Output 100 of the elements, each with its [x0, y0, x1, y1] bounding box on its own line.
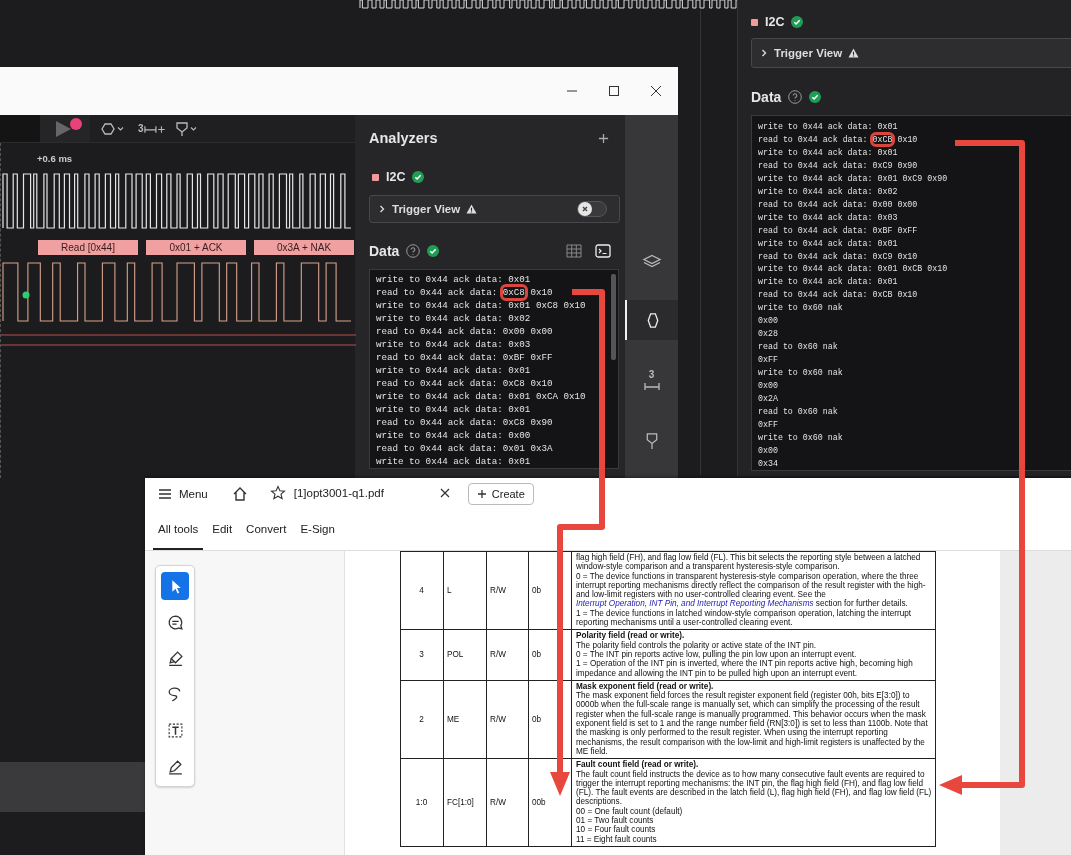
table-view-icon[interactable] [566, 244, 582, 258]
description-text: 0 = The device functions in transparent hysteresis-style comparison operation, where the three interrupt reporting mechanisms directly reflect the comparison of the result register with the high- and low-limit registers with no user-controlled clearing event. See the Interrupt Operation, INT Pin, and Interrupt Reporting Mechanisms section for further details. [576, 571, 927, 609]
add-icon[interactable] [598, 132, 609, 144]
cursor-tool-icon[interactable] [161, 572, 189, 600]
analyzer-tab[interactable] [625, 300, 678, 340]
check-icon [791, 16, 804, 28]
data-line: write to 0x44 ack data: 0x02 [376, 312, 532, 325]
tool-tab[interactable]: E-Sign [295, 510, 340, 550]
data-line: write to 0x44 ack data: 0x03 [376, 338, 532, 351]
analyzer-name: I2C [386, 170, 406, 184]
tool-tab[interactable]: Convert [241, 510, 292, 550]
maximize-icon[interactable] [608, 85, 620, 97]
table-cell: 0b [528, 629, 572, 681]
data-line: write to 0x44 ack data: 0x00 [376, 429, 532, 442]
field-title: Fault count field (read or write). [576, 760, 700, 770]
data-line: write to 0x44 ack data: 0x01 0xCB 0x10 [758, 263, 949, 276]
table-cell: R/W [486, 629, 529, 681]
data-line: write to 0x44 ack data: 0x01 0xC9 0x90 [758, 172, 949, 185]
data-line: read to 0x44 ack data: 0xBF 0xFF [376, 351, 554, 364]
add-icon [476, 489, 487, 499]
play-icon[interactable] [54, 117, 84, 140]
measure-label[interactable]: 3 [138, 123, 144, 134]
description-text: The polarity field controls the polarity or active state of the INT pin. [576, 640, 817, 650]
description-text: 1 = The device functions in latched window-style comparison operation, latching the interrupt reporting mechanisms until a user-controlled clearing event. [576, 608, 913, 628]
data-line: write to 0x44 ack data: 0x01 [758, 121, 899, 133]
warning-icon [466, 204, 478, 214]
data-line: write to 0x44 ack data: 0x02 [758, 185, 899, 198]
section-link[interactable]: Interrupt Operation, INT Pin, and Interrupt Reporting Mechanisms [576, 599, 814, 609]
table-cell: 0b [528, 551, 572, 630]
tool-tab[interactable]: Edit [207, 510, 238, 550]
scrollbar[interactable] [611, 274, 616, 360]
data-line: read to 0x44 ack data: 0xBF 0xFF [758, 224, 919, 237]
data-line: read to 0x44 ack data: 0xC8 0x10 [376, 286, 612, 299]
description-text: 00 = One fault count (default) [576, 806, 684, 816]
data-line: 0x00 [758, 444, 779, 457]
warning-icon [848, 48, 860, 58]
data-line: read to 0x44 ack data: 0xCB 0x10 [758, 133, 1071, 147]
star-icon[interactable] [269, 485, 286, 501]
data-line: write to 0x44 ack data: 0x01 [758, 276, 899, 289]
data-line: read to 0x44 ack data: 0xC9 0x90 [758, 159, 919, 172]
data-line: write to 0x60 nak [758, 302, 844, 315]
table-cell: R/W [486, 551, 529, 630]
description-text: The fault count field instructs the device as to how many consecutive fault events are required to trigger the interrupt reporting mechanisms: the INT pin, the flag high field (FH), and flag low field (FL). The fault events are described in the latch field (L), flag high field (FH), and flag low field (FL) descriptions. [576, 769, 932, 807]
menu-button[interactable]: Menu [158, 488, 208, 500]
table-cell: 1:0 [400, 758, 444, 847]
decoded-frame-label[interactable]: Read [0x44] [38, 240, 138, 255]
data-line: write to 0x60 nak [758, 367, 844, 380]
data-line: write to 0x44 ack data: 0x01 [376, 455, 532, 468]
data-line: write to 0x60 nak [758, 431, 844, 444]
description-text: 11 = Eight fault counts [576, 834, 658, 844]
layers-icon[interactable] [641, 253, 662, 270]
data-line: read to 0x44 ack data: 0x01 0x3A [376, 442, 554, 455]
trigger-view-button[interactable]: Trigger View [751, 38, 1071, 68]
ruler-add-icon[interactable] [143, 123, 166, 134]
data-line: read to 0x60 nak [758, 341, 839, 354]
check-icon [412, 171, 425, 183]
table-cell: 3 [400, 629, 444, 681]
table-cell: 2 [400, 680, 444, 759]
trigger-view-button[interactable]: Trigger View [369, 195, 620, 223]
data-line: read to 0x60 nak [758, 405, 839, 418]
data-line: 0x34 [758, 457, 779, 470]
help-icon[interactable] [406, 244, 421, 258]
analyzer-name: I2C [765, 15, 785, 29]
check-icon [809, 91, 822, 103]
document-tab[interactable]: [1]opt3001-q1.pdf [261, 479, 458, 509]
chevron-icon [760, 49, 768, 57]
check-icon [427, 245, 440, 257]
data-line: 0x00 [758, 315, 779, 328]
data-line: 0x2A [758, 393, 779, 405]
table-cell: R/W [486, 758, 529, 847]
description-text: 1 = Operation of the INT pin is inverted, where the INT pin reports active high, becoming high impedance and allowing the INT pin to be pulled high upon an interrupt event. [576, 659, 914, 678]
analyzers-heading: Analyzers [369, 130, 438, 146]
data-line: read to 0x44 ack data: 0xC8 0x90 [376, 416, 554, 429]
timestamp-label: +0.6 ms [37, 153, 74, 164]
data-line: write to 0x44 ack data: 0x01 [376, 364, 532, 377]
table-cell: 0b [528, 680, 572, 759]
close-icon[interactable] [650, 85, 662, 97]
table-cell: ME [443, 680, 487, 759]
field-title: Polarity field (read or write). [576, 631, 686, 641]
terminal-icon[interactable] [595, 244, 611, 258]
data-line: write to 0x44 ack data: 0x01 [758, 146, 899, 159]
create-button[interactable]: Create [467, 483, 534, 505]
data-line: read to 0x44 ack data: 0x00 0x00 [376, 325, 554, 338]
description-text: The mask exponent field forces the result register exponent field (register 00h, bits E[3:0]) to 0000b when the full-scale range is manually set, which can simplify the processing of the result register when the full-scale range is manually programmed. This behavior occurs when the mask exponent field is set to 1 and the range number field (RN[3:0]) is set to less than 1100b. Note that the masking is only performed to the result register. When using the interrupt reporting mechanisms, the result comparison with the low-limit and high-limit registers is unaffected by the ME field. [576, 691, 929, 757]
data-line: read to 0x44 ack data: 0xC8 0x10 [376, 377, 554, 390]
help-icon[interactable] [788, 90, 803, 104]
data-line: write to 0x44 ack data: 0x01 [376, 273, 532, 286]
data-line: write to 0x44 ack data: 0x01 0xCA 0x10 [376, 390, 587, 403]
table-cell: L [443, 551, 487, 630]
toggle-switch[interactable] [577, 201, 607, 217]
decoded-frame-label[interactable]: 0x3A + NAK [254, 240, 354, 255]
description-text: 10 = Four fault counts [576, 825, 657, 835]
close-icon[interactable] [439, 488, 450, 498]
table-cell: FC[1:0] [443, 758, 487, 847]
home-icon[interactable] [231, 486, 248, 502]
measure-label[interactable]: 3 [648, 370, 655, 380]
decoded-frame-label[interactable]: 0x01 + ACK [146, 240, 246, 255]
data-line: 0x28 [758, 328, 779, 341]
table-cell: R/W [486, 680, 529, 759]
table-cell: POL [443, 629, 487, 681]
